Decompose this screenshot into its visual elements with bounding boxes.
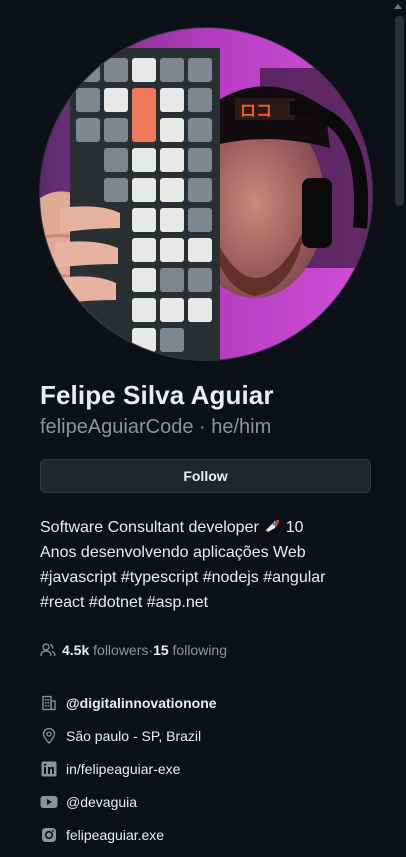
bio-line-1-tail: 10: [281, 519, 304, 536]
avatar[interactable]: ロコ: [40, 28, 372, 360]
following-count: 15: [153, 642, 169, 658]
follow-stats: 4.5k followers · 15 following: [40, 642, 227, 658]
profile-details: @digitalinnovationone São paulo - SP, Br…: [40, 686, 217, 851]
profile-handle: felipeAguiarCode · he/him: [40, 416, 271, 439]
scrollbar-thumb[interactable]: [395, 16, 404, 206]
rocket-icon: [265, 520, 280, 532]
scrollbar[interactable]: [392, 0, 406, 857]
scroll-up-arrow-icon[interactable]: [394, 4, 402, 9]
following-link[interactable]: 15 following: [153, 642, 227, 658]
detail-linkedin: in/felipeaguiar-exe: [40, 752, 217, 785]
organization-link[interactable]: @digitalinnovationone: [66, 695, 217, 711]
people-icon: [40, 642, 56, 658]
followers-count: 4.5k: [62, 642, 90, 658]
detail-youtube: @devaguia: [40, 785, 217, 818]
location-icon: [40, 727, 58, 745]
avatar-image: ロコ: [40, 28, 372, 360]
linkedin-link[interactable]: in/felipeaguiar-exe: [66, 761, 180, 777]
bio-line-1: Software Consultant developer 10: [40, 515, 380, 540]
linkedin-icon: [40, 760, 58, 778]
svg-text:ロコ: ロコ: [240, 101, 272, 120]
profile-bio: Software Consultant developer 10 Anos de…: [40, 515, 380, 615]
youtube-icon: [40, 793, 58, 811]
follow-button[interactable]: Follow: [40, 459, 371, 493]
location-text: São paulo - SP, Brazil: [66, 727, 202, 744]
followers-link[interactable]: 4.5k followers: [62, 642, 148, 658]
pronouns: he/him: [211, 416, 272, 438]
bio-line-3: #javascript #typescript #nodejs #angular: [40, 569, 326, 586]
organization-icon: [40, 694, 58, 712]
following-label: following: [168, 642, 228, 658]
detail-organization: @digitalinnovationone: [40, 686, 217, 719]
instagram-icon: [40, 826, 58, 844]
profile-name: Felipe Silva Aguiar: [40, 380, 274, 410]
followers-label: followers: [89, 642, 149, 658]
detail-location: São paulo - SP, Brazil: [40, 719, 217, 752]
username: felipeAguiarCode: [40, 416, 194, 438]
bio-line-4: #react #dotnet #asp.net: [40, 594, 209, 611]
detail-instagram: felipeaguiar.exe: [40, 818, 217, 851]
instagram-link[interactable]: felipeaguiar.exe: [66, 827, 164, 843]
bio-line-2: Anos desenvolvendo aplicações Web: [40, 544, 306, 561]
youtube-link[interactable]: @devaguia: [66, 794, 137, 810]
separator: ·: [193, 416, 212, 438]
bio-line-1-text: Software Consultant developer: [40, 519, 259, 536]
